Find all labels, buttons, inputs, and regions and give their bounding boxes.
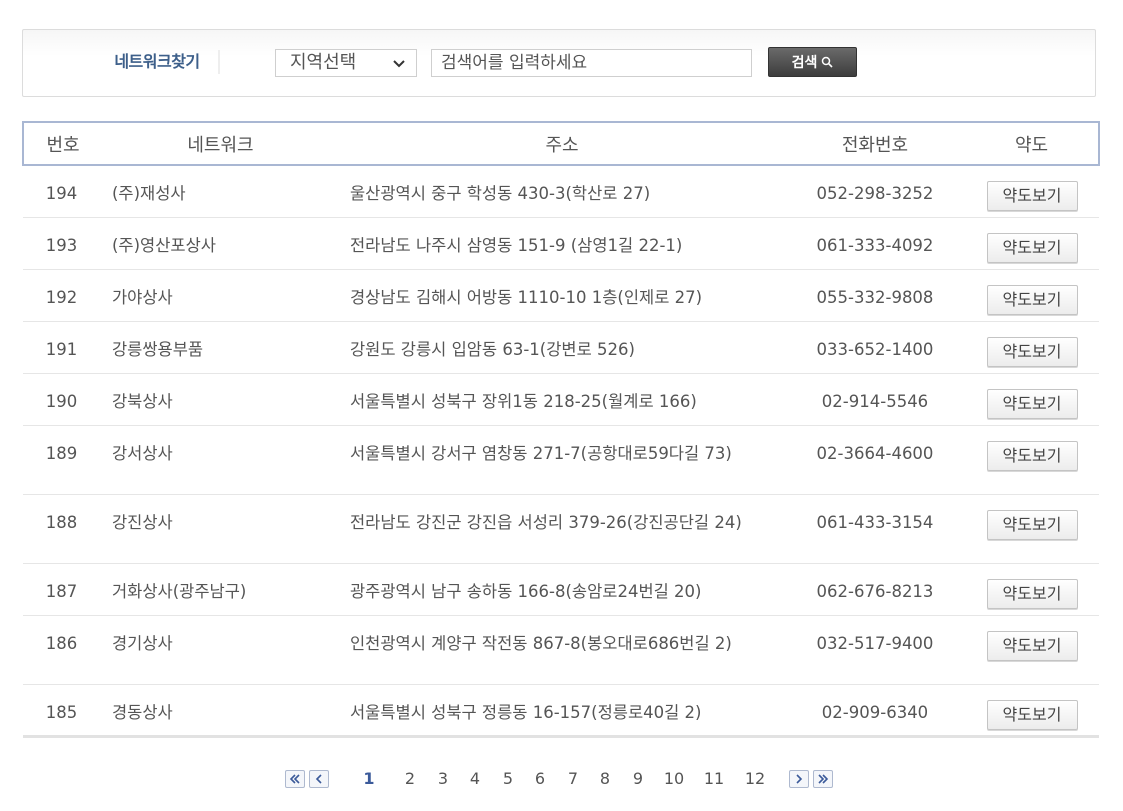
row-network-name: (주)재성사	[102, 165, 339, 218]
page-link[interactable]: 4	[463, 769, 487, 789]
row-phone: 062-676-8213	[785, 563, 965, 616]
search-input[interactable]	[431, 49, 752, 77]
table-row: 190 강북상사 서울특별시 성북구 장위1동 218-25(월계로 166) …	[23, 373, 1099, 426]
row-address: 서울특별시 성북구 정릉동 16-157(정릉로40길 2)	[339, 684, 785, 738]
map-view-button[interactable]: 약도보기	[986, 388, 1078, 419]
first-page-button[interactable]	[285, 770, 305, 788]
map-view-button[interactable]: 약도보기	[986, 181, 1078, 211]
row-number: 189	[23, 425, 102, 495]
row-phone: 032-517-9400	[785, 615, 965, 685]
page-link[interactable]: 7	[561, 769, 585, 789]
search-title: 네트워크찾기	[96, 50, 220, 74]
row-network-name: 거화상사(광주남구)	[102, 563, 339, 616]
header-map: 약도	[965, 121, 1100, 166]
row-number: 190	[23, 373, 102, 426]
chevron-right-icon	[796, 774, 803, 784]
table-row: 192 가야상사 경상남도 김해시 어방동 1110-10 1층(인제로 27)…	[23, 269, 1099, 322]
row-network-name: 경기상사	[102, 615, 339, 685]
table-row: 191 강릉쌍용부품 강원도 강릉시 입암동 63-1(강변로 526) 033…	[23, 321, 1099, 374]
row-address: 경상남도 김해시 어방동 1110-10 1층(인제로 27)	[339, 269, 785, 322]
search-icon	[822, 56, 833, 68]
row-phone: 02-3664-4600	[785, 425, 965, 495]
table-row: 187 거화상사(광주남구) 광주광역시 남구 송하동 166-8(송암로24번…	[23, 563, 1099, 616]
region-select-label: 지역선택	[290, 52, 357, 73]
page-link[interactable]: 8	[593, 769, 617, 789]
table-row: 188 강진상사 전라남도 강진군 강진읍 서성리 379-26(강진공단길 2…	[23, 494, 1099, 564]
network-table: 번호 네트워크 주소 전화번호 약도 194 (주)재성사 울산광역시 중구 학…	[22, 121, 1100, 738]
row-phone: 02-909-6340	[785, 684, 965, 738]
row-phone: 061-333-4092	[785, 217, 965, 270]
row-number: 185	[23, 684, 102, 738]
row-phone: 02-914-5546	[785, 373, 965, 426]
page-link[interactable]: 12	[743, 769, 767, 789]
row-address: 서울특별시 성북구 장위1동 218-25(월계로 166)	[339, 373, 785, 426]
row-phone: 052-298-3252	[785, 165, 965, 218]
region-select[interactable]: 지역선택	[275, 49, 417, 77]
row-network-name: 경동상사	[102, 684, 339, 738]
row-network-name: 강서상사	[102, 425, 339, 495]
page-link[interactable]: 6	[528, 769, 552, 789]
header-network: 네트워크	[102, 121, 339, 166]
double-chevron-left-icon	[289, 774, 300, 784]
search-button-label: 검색	[791, 55, 818, 71]
row-address: 광주광역시 남구 송하동 166-8(송암로24번길 20)	[339, 563, 785, 616]
page-link[interactable]: 5	[496, 769, 520, 789]
page-link[interactable]: 3	[431, 769, 455, 789]
row-number: 188	[23, 494, 102, 564]
row-address: 서울특별시 강서구 염창동 271-7(공항대로59다길 73)	[339, 425, 785, 495]
page-link[interactable]: 11	[702, 769, 726, 789]
row-number: 194	[23, 165, 102, 218]
table-header-row: 번호 네트워크 주소 전화번호 약도	[22, 121, 1100, 166]
table-row: 185 경동상사 서울특별시 성북구 정릉동 16-157(정릉로40길 2) …	[23, 684, 1099, 738]
row-address: 인천광역시 계양구 작전동 867-8(봉오대로686번길 2)	[339, 615, 785, 685]
header-address: 주소	[339, 121, 785, 166]
map-view-button[interactable]: 약도보기	[986, 336, 1078, 367]
map-view-button[interactable]: 약도보기	[986, 232, 1078, 263]
row-network-name: 가야상사	[102, 269, 339, 322]
table-row: 194 (주)재성사 울산광역시 중구 학성동 430-3(학산로 27) 05…	[23, 165, 1099, 218]
row-address: 전라남도 나주시 삼영동 151-9 (삼영1길 22-1)	[339, 217, 785, 270]
map-view-button[interactable]: 약도보기	[986, 699, 1078, 730]
row-phone: 033-652-1400	[785, 321, 965, 374]
page-link-current[interactable]: 1	[357, 769, 381, 789]
row-network-name: 강진상사	[102, 494, 339, 564]
row-phone: 061-433-3154	[785, 494, 965, 564]
last-page-button[interactable]	[813, 770, 833, 788]
row-network-name: 강릉쌍용부품	[102, 321, 339, 374]
row-address: 강원도 강릉시 입암동 63-1(강변로 526)	[339, 321, 785, 374]
double-chevron-right-icon	[818, 774, 829, 784]
row-address: 울산광역시 중구 학성동 430-3(학산로 27)	[339, 165, 785, 218]
map-view-button[interactable]: 약도보기	[986, 630, 1078, 661]
row-number: 187	[23, 563, 102, 616]
prev-page-button[interactable]	[309, 770, 329, 788]
network-table-wrap: 번호 네트워크 주소 전화번호 약도 194 (주)재성사 울산광역시 중구 학…	[22, 121, 1100, 738]
table-row: 186 경기상사 인천광역시 계양구 작전동 867-8(봉오대로686번길 2…	[23, 615, 1099, 685]
header-phone: 전화번호	[785, 121, 965, 166]
row-number: 186	[23, 615, 102, 685]
table-row: 193 (주)영산포상사 전라남도 나주시 삼영동 151-9 (삼영1길 22…	[23, 217, 1099, 270]
map-view-button[interactable]: 약도보기	[986, 578, 1078, 609]
map-view-button[interactable]: 약도보기	[986, 284, 1078, 315]
row-network-name: (주)영산포상사	[102, 217, 339, 270]
chevron-left-icon	[315, 774, 322, 784]
next-page-button[interactable]	[789, 770, 809, 788]
row-address: 전라남도 강진군 강진읍 서성리 379-26(강진공단길 24)	[339, 494, 785, 564]
pagination: 1 2 3 4 5 6 7 8 9 10 11 12	[0, 768, 1123, 790]
page-link[interactable]: 10	[662, 769, 686, 789]
row-network-name: 강북상사	[102, 373, 339, 426]
row-number: 191	[23, 321, 102, 374]
search-button[interactable]: 검색	[768, 47, 857, 77]
map-view-button[interactable]: 약도보기	[986, 440, 1078, 471]
row-number: 193	[23, 217, 102, 270]
header-number: 번호	[22, 121, 102, 166]
map-view-button[interactable]: 약도보기	[986, 509, 1078, 540]
chevron-down-icon	[393, 60, 405, 68]
page-link[interactable]: 9	[626, 769, 650, 789]
table-row: 189 강서상사 서울특별시 강서구 염창동 271-7(공항대로59다길 73…	[23, 425, 1099, 495]
page-link[interactable]: 2	[398, 769, 422, 789]
row-number: 192	[23, 269, 102, 322]
search-panel: 네트워크찾기 지역선택 검색	[22, 29, 1096, 97]
row-phone: 055-332-9808	[785, 269, 965, 322]
